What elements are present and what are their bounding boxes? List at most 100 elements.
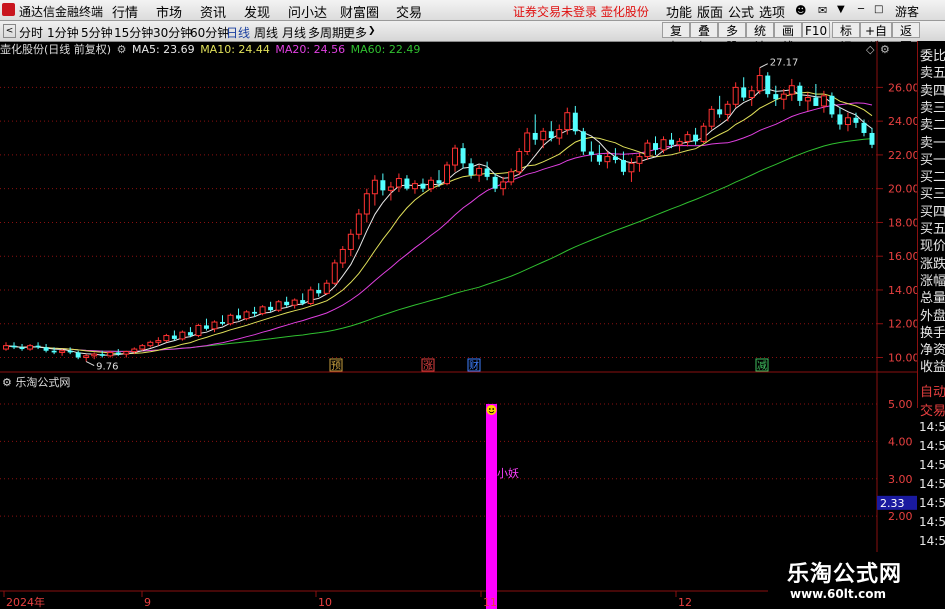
ma5-legend: MA5: 23.69 — [131, 43, 195, 56]
period-30min[interactable]: 30分钟 — [153, 24, 192, 41]
menu-ask-xiaoda[interactable]: 问小达 — [288, 2, 327, 21]
candle-body-up — [307, 289, 314, 304]
candle-body-up — [395, 178, 402, 188]
candle-body-down — [853, 117, 859, 123]
candle-body-down — [300, 300, 306, 304]
minimize-icon[interactable]: ─ — [858, 4, 864, 15]
candle-body-down — [869, 132, 875, 145]
candle-body-down — [19, 347, 25, 350]
candle-body-up — [788, 85, 795, 95]
candle-body-up — [91, 353, 98, 357]
more-chevron-icon[interactable]: ❯ — [368, 26, 376, 36]
menu-dropdown-icon[interactable]: ▼ — [837, 4, 845, 15]
quote-label-2: 卖四 — [920, 83, 945, 99]
back-button[interactable]: 返回 — [892, 22, 920, 54]
candle-body-up — [820, 95, 827, 107]
menu-wealth-circle[interactable]: 财富圈 — [340, 2, 379, 21]
smiley-eye-left — [488, 408, 491, 410]
candle-body-up — [275, 301, 282, 311]
trade-label[interactable]: 交易 — [920, 400, 945, 419]
period-multi[interactable]: 多周期 — [308, 24, 344, 41]
candle-body-down — [837, 114, 843, 125]
candle-body-up — [155, 340, 162, 343]
candle-body-down — [861, 122, 867, 133]
overlay-button[interactable]: 叠加 — [690, 22, 718, 54]
price-tick-label: 26.00 — [888, 81, 917, 94]
period-5min[interactable]: 5分钟 — [81, 24, 113, 41]
period-monthly[interactable]: 月线 — [282, 24, 306, 41]
period-1min[interactable]: 1分钟 — [47, 24, 79, 41]
menu-layout[interactable]: 版面 — [697, 2, 723, 21]
candle-body-down — [220, 322, 225, 324]
ma20-line — [5, 102, 873, 352]
candle-body-up — [195, 324, 202, 337]
indicator-header: ⚙ 乐淘公式网 — [2, 374, 70, 390]
watermark-url: www.60lt.com — [790, 587, 887, 601]
date-tick-label: 11 — [483, 596, 497, 609]
price-tick-label: 22.00 — [888, 149, 917, 162]
event-marker-label: 预 — [331, 360, 341, 372]
candle-body-up — [724, 103, 731, 115]
menu-options[interactable]: 选项 — [759, 2, 785, 21]
candle-body-down — [596, 154, 602, 162]
ma10-legend: MA10: 24.44 — [200, 43, 270, 56]
period-15min[interactable]: 15分钟 — [114, 24, 153, 41]
candle-body-up — [259, 306, 266, 315]
period-daily[interactable]: 日线 — [226, 24, 250, 41]
menu-formula[interactable]: 公式 — [728, 2, 754, 21]
signal-label: 小妖 — [497, 466, 519, 480]
menu-discover[interactable]: 发现 — [244, 2, 270, 21]
ma20-legend: MA20: 24.56 — [275, 43, 346, 56]
period-weekly[interactable]: 周线 — [254, 24, 278, 41]
candle-body-down — [380, 180, 386, 191]
candle-body-up — [844, 117, 851, 126]
candle-body-down — [99, 354, 105, 356]
user-icon[interactable]: ☻ — [795, 4, 806, 17]
collapse-icon[interactable]: < — [3, 24, 16, 38]
auto-trade-label[interactable]: 自动 — [920, 381, 945, 400]
price-tick-label: 20.00 — [888, 183, 917, 196]
quote-label-1: 卖五 — [920, 66, 945, 82]
settings-icon[interactable]: ⚙ — [117, 43, 127, 56]
indicator-settings-icon[interactable]: ⚙ — [2, 376, 12, 389]
mark-button[interactable]: 标记 — [832, 22, 860, 54]
candle-body-down — [773, 94, 779, 100]
add-favorite-button[interactable]: +自选 — [860, 22, 892, 54]
menu-trade[interactable]: 交易 — [396, 2, 422, 21]
draw-line-button[interactable]: 画线 — [774, 22, 802, 54]
ma10-line — [5, 91, 873, 355]
stats-button[interactable]: 统计 — [746, 22, 774, 54]
candle-body-down — [420, 183, 426, 189]
candle-body-down — [187, 332, 193, 336]
event-marker-label: 涨 — [423, 360, 433, 372]
menu-exchange[interactable]: 市场 — [156, 2, 182, 21]
mail-icon[interactable]: ✉ — [818, 4, 827, 17]
candle-body-down — [236, 315, 242, 319]
quote-side-panel: 委比 卖五 卖四 卖三 卖二 卖一 买一 买二 买三 买四 买五 现价 涨跌 涨幅 总量 外盘 换手 净资 收益 自动… — [917, 41, 945, 419]
period-more[interactable]: 更多 — [343, 24, 367, 41]
adjust-button[interactable]: 复权 — [662, 22, 690, 54]
period-fenshi[interactable]: 分时 — [19, 24, 43, 41]
low-marker-line — [85, 361, 95, 366]
chart-diamond-icon[interactable]: ◇ — [866, 43, 874, 56]
kline-chart[interactable]: 26.00 24.00 22.00 20.00 18.00 16.00 14.00 12.00… — [0, 41, 917, 609]
candle-body-up — [243, 311, 250, 320]
period-60min[interactable]: 60分钟 — [190, 24, 229, 41]
menu-market[interactable]: 行情 — [112, 2, 138, 21]
multi-stock-button[interactable]: 多股 — [718, 22, 746, 54]
guest-label[interactable]: 游客 — [895, 3, 919, 20]
watermark-title: 乐淘公式网 — [787, 562, 903, 587]
candle-body-up — [636, 156, 643, 164]
moving-average-lines — [5, 88, 873, 356]
date-tick-label: 9 — [144, 596, 151, 609]
candle-body-up — [676, 140, 683, 146]
quote-label-5: 卖一 — [920, 135, 945, 151]
candle-body-up — [476, 167, 483, 176]
menu-function[interactable]: 功能 — [666, 2, 692, 21]
menu-news[interactable]: 资讯 — [200, 2, 226, 21]
tick-time: 14:56 — [919, 534, 945, 548]
chart-settings-icon[interactable]: ⚙ — [880, 43, 890, 56]
maximize-icon[interactable]: □ — [874, 4, 883, 15]
login-notice[interactable]: 证券交易未登录 壶化股份 — [513, 3, 649, 20]
f10-button[interactable]: F10 — [802, 22, 830, 38]
